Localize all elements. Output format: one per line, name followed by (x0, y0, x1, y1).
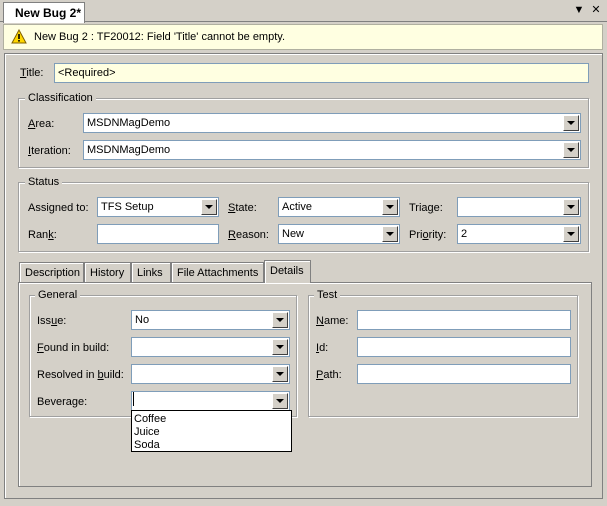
chevron-down-icon[interactable] (272, 366, 288, 382)
dropdown-option-juice[interactable]: Juice (134, 426, 160, 438)
assigned-to-combobox[interactable]: TFS Setup (97, 197, 219, 217)
found-in-build-combobox[interactable] (131, 337, 290, 357)
rank-input[interactable] (97, 224, 219, 244)
tab-details[interactable]: Details (264, 260, 311, 283)
triage-label: Triage: (409, 202, 443, 214)
state-combobox[interactable]: Active (278, 197, 400, 217)
window-list-icon[interactable]: ▼ (572, 3, 586, 17)
dropdown-option-coffee[interactable]: Coffee (134, 413, 166, 425)
found-in-build-label: Found in build: (37, 342, 110, 354)
resolved-in-build-label: Resolved in build: (37, 369, 124, 381)
validation-infobar: New Bug 2 : TF20012: Field 'Title' canno… (3, 24, 603, 50)
chevron-down-icon[interactable] (563, 115, 579, 131)
beverage-dropdown-list: Coffee Juice Soda (131, 410, 292, 452)
chevron-down-icon[interactable] (563, 199, 579, 215)
chevron-down-icon[interactable] (272, 312, 288, 328)
general-legend: General (35, 289, 81, 301)
priority-combobox[interactable]: 2 (457, 224, 581, 244)
tab-history[interactable]: History (84, 262, 131, 282)
tab-description[interactable]: Description (19, 262, 84, 282)
reason-value: New (282, 228, 305, 240)
rank-label: Rank: (28, 229, 57, 241)
test-id-label: Id: (316, 342, 329, 354)
test-id-input[interactable] (357, 337, 571, 357)
issue-value: No (135, 314, 150, 326)
issue-label: Issue: (37, 315, 67, 327)
chevron-down-icon[interactable] (272, 339, 288, 355)
iteration-label: Iteration: (28, 145, 71, 157)
close-icon[interactable]: ✕ (589, 3, 603, 17)
area-label: Area: (28, 118, 55, 130)
title-input[interactable]: <Required> (54, 63, 589, 83)
test-name-label: Name: (316, 315, 349, 327)
assigned-to-value: TFS Setup (101, 201, 154, 213)
tab-links[interactable]: Links (131, 262, 171, 282)
reason-label: Reason: (228, 229, 269, 241)
chevron-down-icon[interactable] (563, 226, 579, 242)
chevron-down-icon[interactable] (382, 226, 398, 242)
iteration-combobox[interactable]: MSDNMagDemo (83, 140, 581, 160)
document-tab-new-bug[interactable]: New Bug 2* (3, 2, 85, 23)
state-value: Active (282, 201, 312, 213)
assigned-to-label: Assigned to: (28, 202, 89, 214)
document-tab-strip: New Bug 2* ▼ ✕ (0, 0, 607, 23)
state-label: State: (228, 202, 257, 214)
chevron-down-icon[interactable] (201, 199, 217, 215)
classification-legend: Classification (25, 92, 96, 104)
validation-message: New Bug 2 : TF20012: Field 'Title' canno… (34, 31, 286, 43)
status-legend: Status (25, 176, 63, 188)
test-path-input[interactable] (357, 364, 571, 384)
test-path-label: Path: (316, 369, 342, 381)
issue-combobox[interactable]: No (131, 310, 290, 330)
beverage-combobox[interactable] (131, 391, 290, 411)
resolved-in-build-combobox[interactable] (131, 364, 290, 384)
test-legend: Test (314, 289, 341, 301)
beverage-label: Beverage: (37, 396, 88, 408)
chevron-down-icon[interactable] (382, 199, 398, 215)
test-name-input[interactable] (357, 310, 571, 330)
priority-label: Priority: (409, 229, 447, 241)
dropdown-option-soda[interactable]: Soda (134, 439, 160, 451)
priority-value: 2 (461, 228, 468, 240)
reason-combobox[interactable]: New (278, 224, 400, 244)
triage-combobox[interactable] (457, 197, 581, 217)
area-value: MSDNMagDemo (87, 117, 171, 129)
warning-icon (11, 29, 27, 44)
chevron-down-icon[interactable] (563, 142, 579, 158)
chevron-down-icon[interactable] (272, 393, 288, 409)
tab-file-attachments[interactable]: File Attachments (171, 262, 264, 282)
text-caret (133, 392, 134, 406)
title-label: Title: (20, 67, 44, 79)
area-combobox[interactable]: MSDNMagDemo (83, 113, 581, 133)
iteration-value: MSDNMagDemo (87, 144, 171, 156)
